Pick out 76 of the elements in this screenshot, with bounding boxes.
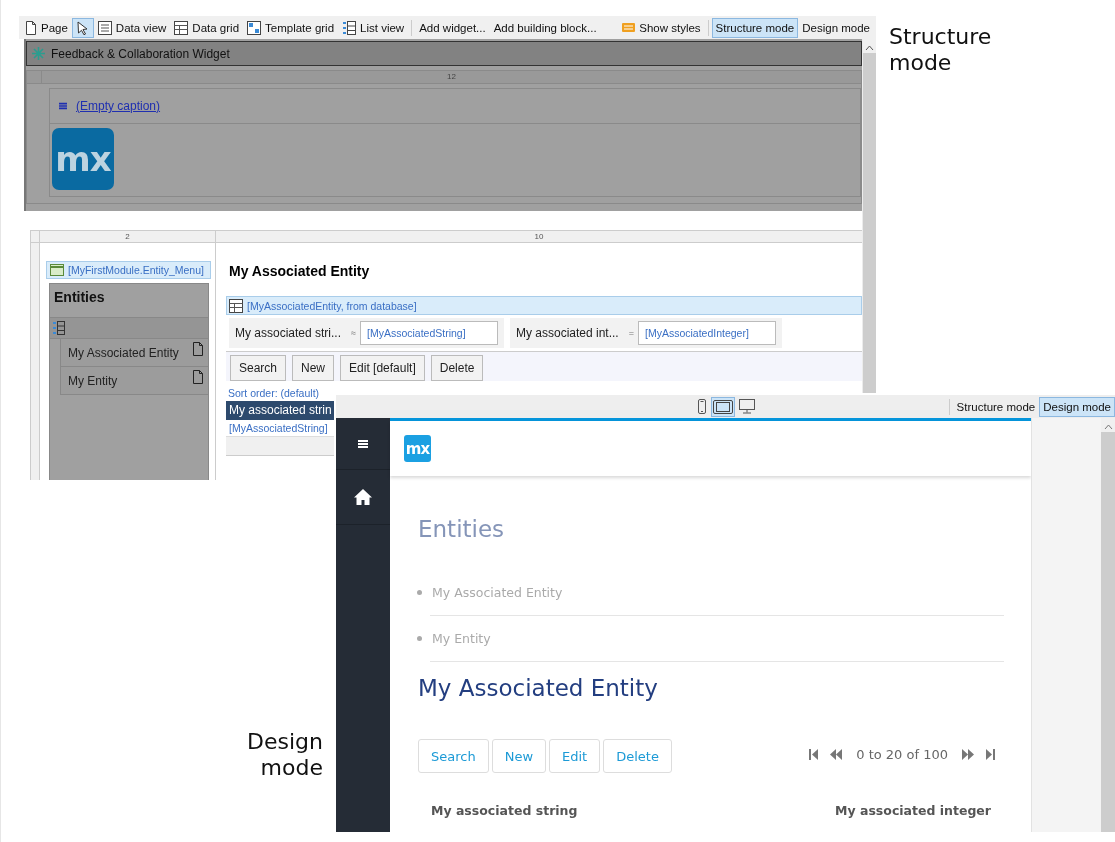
logo: mx xyxy=(52,128,114,190)
mode-caption: Structure mode xyxy=(889,24,993,76)
input-field[interactable]: [MyAssociatedString] xyxy=(360,321,498,345)
page-icon xyxy=(25,20,37,35)
last-page-icon[interactable] xyxy=(986,748,995,760)
field-label: My associated int... xyxy=(516,326,619,340)
column-header: My associated string xyxy=(431,803,578,818)
toolbar-button[interactable]: Template grid xyxy=(243,17,339,38)
device-toggle[interactable] xyxy=(710,396,735,417)
grid-button[interactable]: Delete xyxy=(430,355,484,381)
input-field[interactable]: [MyAssociatedInteger] xyxy=(637,321,776,345)
column-header: 2 xyxy=(40,231,216,242)
operator-label: = xyxy=(628,328,634,338)
pointer-tool[interactable] xyxy=(71,17,94,38)
scrollbar[interactable] xyxy=(862,39,876,394)
home-icon xyxy=(353,488,373,506)
grid-button[interactable]: New xyxy=(292,355,335,381)
sort-order-label: Sort order: (default) xyxy=(227,386,321,401)
scrollbar[interactable] xyxy=(1101,418,1115,832)
toolbar-button[interactable]: List view xyxy=(338,17,409,38)
scroll-up-icon xyxy=(1104,424,1113,430)
phone-icon xyxy=(696,399,707,414)
mode-tab[interactable]: Structure mode xyxy=(711,17,799,38)
previous-page-icon[interactable] xyxy=(830,748,843,760)
menu-item[interactable]: My Entity xyxy=(60,367,208,395)
mode-tab[interactable]: Design mode xyxy=(1039,396,1115,417)
device-toggle[interactable] xyxy=(736,396,757,417)
page-icon xyxy=(192,342,204,356)
field-label: My associated stri... xyxy=(235,326,342,340)
caption-link[interactable]: (Empty caption) xyxy=(76,99,161,113)
mode-tab[interactable]: Structure mode xyxy=(952,396,1040,417)
window-icon xyxy=(50,264,64,276)
grid-button[interactable]: Edit [default] xyxy=(340,355,425,381)
next-page-icon[interactable] xyxy=(962,748,974,760)
column-header: 12 xyxy=(446,71,457,83)
first-page-icon[interactable] xyxy=(809,748,819,760)
grid-icon xyxy=(174,20,189,35)
form-icon xyxy=(97,20,112,35)
page-icon xyxy=(192,370,204,384)
desktop-icon xyxy=(738,399,755,414)
menu-title: Entities xyxy=(418,516,506,542)
data-source-label: [MyAssociatedEntity, from database] xyxy=(247,299,417,312)
mode-caption: Design mode xyxy=(246,729,323,781)
menu-item[interactable]: My Associated Entity xyxy=(60,339,208,367)
widget-label: [MyFirstModule.Entity_Menu] xyxy=(68,264,204,276)
table-cell-text: [MyAssociatedString] xyxy=(228,421,329,436)
column-header: My associated integer xyxy=(835,803,991,818)
list-icon xyxy=(342,20,357,35)
toolbar-button[interactable]: Add building block... xyxy=(489,17,601,38)
menu-icon xyxy=(357,438,369,449)
page-title: My Associated Entity xyxy=(229,263,371,279)
operator-label: ≈ xyxy=(351,328,356,338)
scroll-up-icon xyxy=(865,45,874,51)
css-badge-icon xyxy=(622,23,636,32)
template-grid-icon xyxy=(247,20,262,35)
bullet-icon xyxy=(417,636,422,641)
menu-icon xyxy=(58,102,68,110)
page-count: 0 to 20 of 100 xyxy=(856,746,948,762)
column-header: 10 xyxy=(533,231,545,242)
widget-title: Feedback & Collaboration Widget xyxy=(51,46,230,61)
grid-icon xyxy=(229,298,243,313)
star-icon xyxy=(32,47,45,60)
tablet-icon xyxy=(712,398,733,415)
bullet-icon xyxy=(417,590,422,595)
mode-tab[interactable]: Design mode xyxy=(798,17,874,38)
page-title: My Associated Entity xyxy=(418,675,659,701)
cursor-icon xyxy=(75,20,90,35)
menu-title: Entities xyxy=(53,288,106,307)
show-styles-button[interactable]: Show styles xyxy=(618,17,705,38)
list-icon xyxy=(52,321,65,335)
grid-button[interactable]: Search xyxy=(230,355,287,381)
toolbar-button[interactable]: Add widget... xyxy=(415,17,490,38)
toolbar-button[interactable]: Data grid xyxy=(170,17,244,38)
toolbar-button[interactable]: Data view xyxy=(93,17,171,38)
logo: mx xyxy=(404,435,431,462)
toolbar-button[interactable]: Page xyxy=(21,17,72,38)
